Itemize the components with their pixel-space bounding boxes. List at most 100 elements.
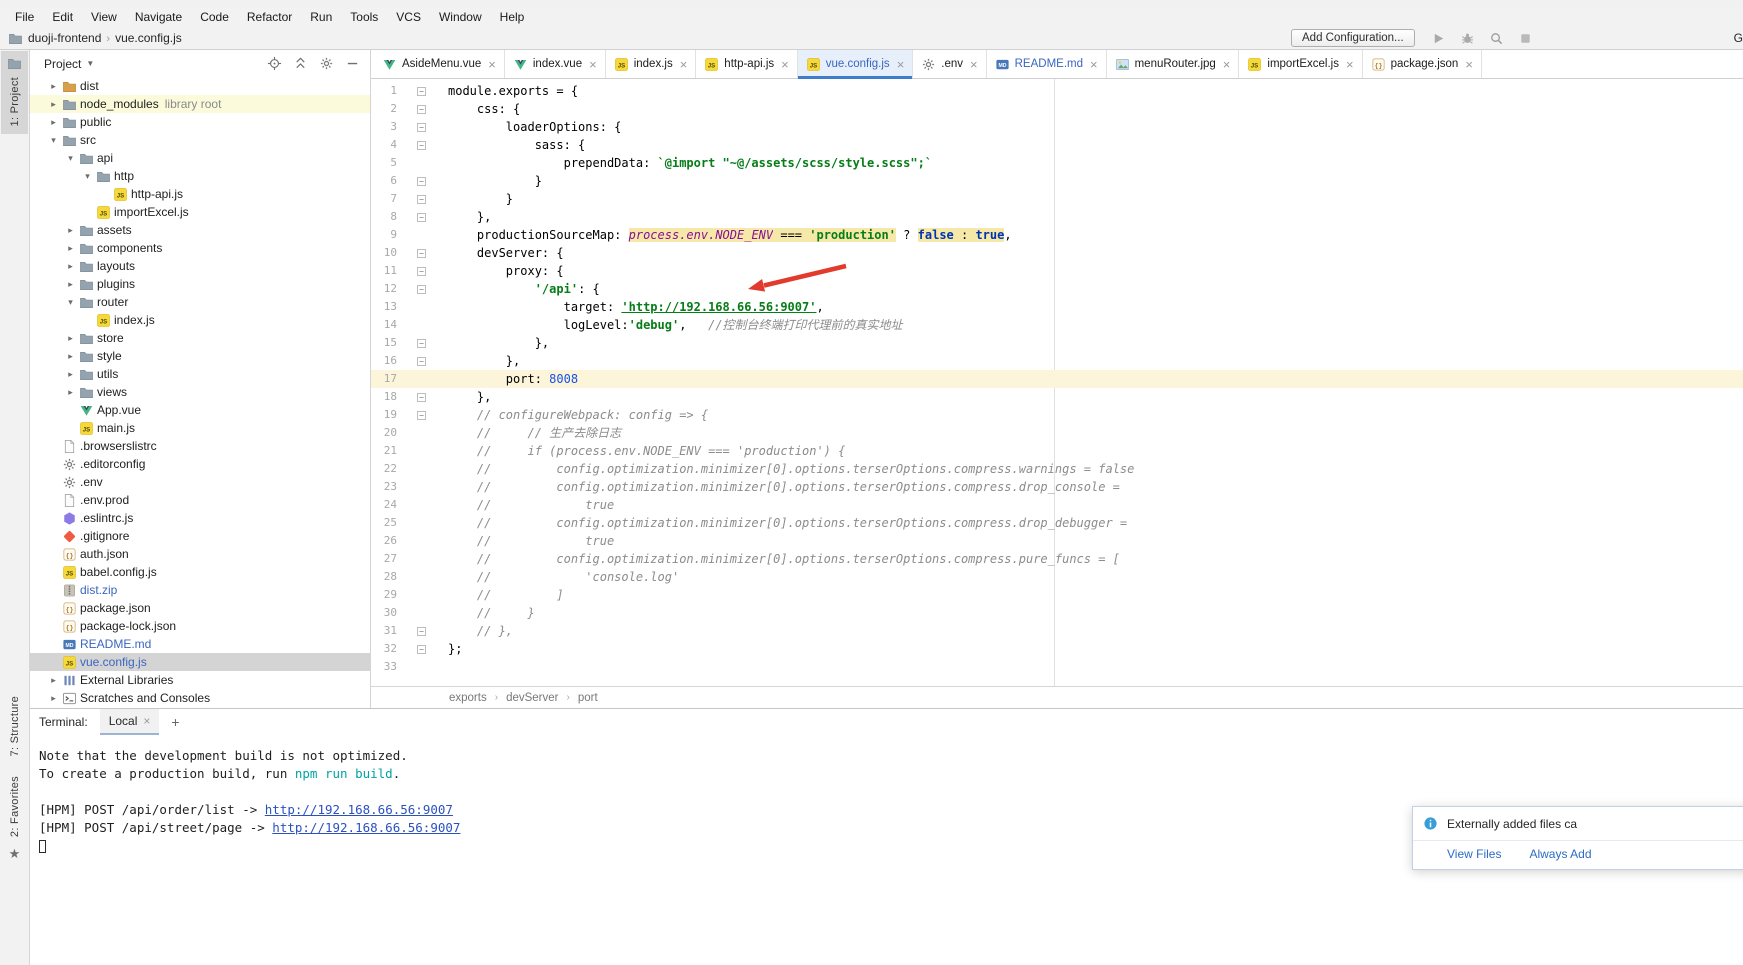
chevron-down-icon[interactable]: ▾	[63, 297, 78, 308]
tree-row[interactable]: {}package-lock.json	[30, 617, 370, 635]
collapse-all-icon[interactable]	[293, 56, 308, 71]
tree-row[interactable]: JSvue.config.js	[30, 653, 370, 671]
editor-tab[interactable]: JSvue.config.js×	[798, 50, 914, 78]
editor-breadcrumb-item[interactable]: exports	[449, 692, 487, 704]
menu-view[interactable]: View	[82, 7, 126, 27]
close-icon[interactable]: ×	[1223, 58, 1231, 71]
tree-row[interactable]: ▸Scratches and Consoles	[30, 689, 370, 707]
editor-tab[interactable]: MDREADME.md×	[987, 50, 1107, 78]
menu-help[interactable]: Help	[491, 7, 534, 27]
chevron-right-icon[interactable]: ▸	[63, 225, 78, 236]
settings-icon[interactable]	[319, 56, 334, 71]
fold-marker-icon[interactable]: −	[417, 339, 426, 348]
terminal-link[interactable]: http://192.168.66.56:9007	[272, 820, 460, 835]
favorites-star-icon[interactable]: ★	[0, 846, 29, 862]
menu-window[interactable]: Window	[430, 7, 491, 27]
fold-marker-icon[interactable]: −	[417, 141, 426, 150]
tree-row[interactable]: ▾router	[30, 293, 370, 311]
chevron-right-icon[interactable]: ▸	[63, 351, 78, 362]
tree-row[interactable]: .editorconfig	[30, 455, 370, 473]
chevron-right-icon[interactable]: ▸	[46, 117, 61, 128]
close-icon[interactable]: ×	[488, 58, 496, 71]
chevron-right-icon[interactable]: ▸	[63, 387, 78, 398]
tree-row[interactable]: JSmain.js	[30, 419, 370, 437]
tree-row[interactable]: ▸style	[30, 347, 370, 365]
tree-row[interactable]: .gitignore	[30, 527, 370, 545]
tree-row[interactable]: ▸store	[30, 329, 370, 347]
breadcrumb-item[interactable]: duoji-frontend	[28, 31, 101, 45]
fold-marker-icon[interactable]: −	[417, 195, 426, 204]
tree-row[interactable]: JSimportExcel.js	[30, 203, 370, 221]
close-icon[interactable]: ×	[1346, 58, 1354, 71]
chevron-right-icon[interactable]: ▸	[63, 261, 78, 272]
tree-row[interactable]: MDREADME.md	[30, 635, 370, 653]
close-icon[interactable]: ×	[1090, 58, 1098, 71]
tree-row[interactable]: ▸utils	[30, 365, 370, 383]
debug-icon[interactable]	[1460, 31, 1475, 46]
project-panel-title[interactable]: Project	[44, 57, 81, 71]
stop-icon[interactable]	[1518, 31, 1533, 46]
chevron-right-icon[interactable]: ▸	[46, 675, 61, 686]
fold-marker-icon[interactable]: −	[417, 123, 426, 132]
menu-run[interactable]: Run	[301, 7, 341, 27]
add-configuration-button[interactable]: Add Configuration...	[1291, 29, 1415, 47]
breadcrumb-item[interactable]: vue.config.js	[115, 31, 182, 45]
tree-row[interactable]: .env	[30, 473, 370, 491]
terminal-tab-local[interactable]: Local ×	[100, 709, 160, 735]
menu-navigate[interactable]: Navigate	[126, 7, 191, 27]
editor-breadcrumb-item[interactable]: port	[578, 692, 598, 704]
close-icon[interactable]: ×	[970, 58, 978, 71]
chevron-down-icon[interactable]: ▾	[63, 153, 78, 164]
fold-marker-icon[interactable]: −	[417, 357, 426, 366]
tree-row[interactable]: JShttp-api.js	[30, 185, 370, 203]
menu-refactor[interactable]: Refactor	[238, 7, 301, 27]
tree-row[interactable]: ▾api	[30, 149, 370, 167]
chevron-down-icon[interactable]: ▾	[80, 171, 95, 182]
chevron-right-icon[interactable]: ▸	[46, 99, 61, 110]
terminal-link[interactable]: http://192.168.66.56:9007	[265, 802, 453, 817]
editor-breadcrumb-item[interactable]: devServer	[506, 692, 558, 704]
tree-row[interactable]: {}package.json	[30, 599, 370, 617]
chevron-right-icon[interactable]: ▸	[46, 693, 61, 704]
tree-row[interactable]: ▸assets	[30, 221, 370, 239]
tool-button-project[interactable]: 1: Project	[1, 51, 28, 134]
chevron-right-icon[interactable]: ▸	[63, 243, 78, 254]
locate-icon[interactable]	[267, 56, 282, 71]
editor-tab[interactable]: menuRouter.jpg×	[1107, 50, 1240, 78]
notification-link[interactable]: View Files	[1447, 847, 1501, 861]
close-icon[interactable]: ×	[897, 58, 905, 71]
editor-tab[interactable]: AsideMenu.vue×	[374, 50, 505, 78]
tree-row[interactable]: ▾http	[30, 167, 370, 185]
chevron-down-icon[interactable]: ▾	[46, 135, 61, 146]
editor-tab[interactable]: .env×	[913, 50, 986, 78]
tree-row[interactable]: .browserslistrc	[30, 437, 370, 455]
tree-row[interactable]: ▸views	[30, 383, 370, 401]
close-icon[interactable]: ×	[781, 58, 789, 71]
fold-marker-icon[interactable]: −	[417, 645, 426, 654]
menu-file[interactable]: File	[6, 7, 43, 27]
tree-row[interactable]: ▸dist	[30, 77, 370, 95]
fold-marker-icon[interactable]: −	[417, 87, 426, 96]
tool-button-favorites[interactable]: 2: Favorites	[0, 776, 29, 837]
code-editor[interactable]: 1−module.exports = {2− css: {3− loaderOp…	[371, 79, 1743, 686]
tree-row[interactable]: {}auth.json	[30, 545, 370, 563]
tree-row[interactable]: ▸components	[30, 239, 370, 257]
close-icon[interactable]: ×	[1465, 58, 1473, 71]
tree-row[interactable]: App.vue	[30, 401, 370, 419]
fold-marker-icon[interactable]: −	[417, 627, 426, 636]
tree-row[interactable]: ▾src	[30, 131, 370, 149]
fold-marker-icon[interactable]: −	[417, 267, 426, 276]
tree-row[interactable]: ▸public	[30, 113, 370, 131]
tree-row[interactable]: ▸node_moduleslibrary root	[30, 95, 370, 113]
editor-tab[interactable]: index.vue×	[505, 50, 606, 78]
tree-row[interactable]: .eslintrc.js	[30, 509, 370, 527]
close-icon[interactable]: ×	[680, 58, 688, 71]
fold-marker-icon[interactable]: −	[417, 249, 426, 258]
fold-marker-icon[interactable]: −	[417, 285, 426, 294]
editor-tab[interactable]: JShttp-api.js×	[696, 50, 797, 78]
fold-marker-icon[interactable]: −	[417, 213, 426, 222]
close-icon[interactable]: ×	[589, 58, 597, 71]
run-icon[interactable]	[1431, 31, 1446, 46]
fold-marker-icon[interactable]: −	[417, 177, 426, 186]
new-terminal-button[interactable]: +	[171, 714, 179, 730]
